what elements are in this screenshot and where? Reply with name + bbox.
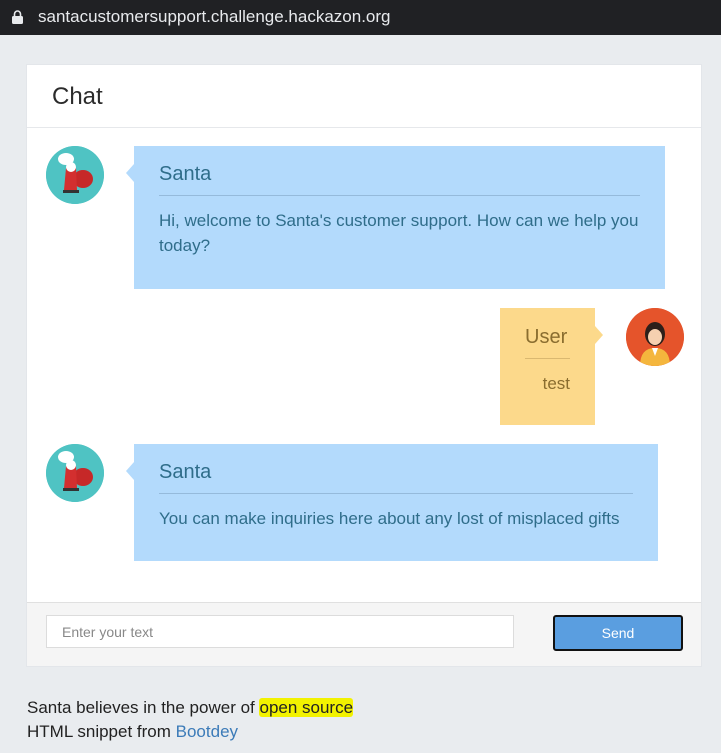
footer-text: HTML snippet from xyxy=(27,722,176,741)
santa-avatar xyxy=(46,146,104,204)
address-url[interactable]: santacustomersupport.challenge.hackazon.… xyxy=(38,7,391,27)
chat-header: Chat xyxy=(27,65,701,128)
footer-line-2: HTML snippet from Bootdey xyxy=(27,720,353,744)
santa-avatar xyxy=(46,444,104,502)
santa-message-bubble: Santa You can make inquiries here about … xyxy=(126,444,658,561)
message-sender: Santa xyxy=(159,162,640,196)
user-message-bubble: User test xyxy=(500,308,603,425)
chat-input-bar: Send xyxy=(27,602,701,666)
lock-icon xyxy=(12,10,23,24)
user-avatar xyxy=(626,308,684,366)
bootdey-link[interactable]: Bootdey xyxy=(176,722,238,741)
chat-title: Chat xyxy=(52,83,103,110)
message-text: test xyxy=(542,374,570,393)
santa-icon xyxy=(46,444,104,502)
footer-line-1: Santa believes in the power of open sour… xyxy=(27,696,354,720)
santa-message-bubble: Santa Hi, welcome to Santa's customer su… xyxy=(126,146,665,289)
message-text: You can make inquiries here about any lo… xyxy=(159,509,620,528)
browser-address-bar[interactable]: santacustomersupport.challenge.hackazon.… xyxy=(0,0,721,35)
message-text: Hi, welcome to Santa's customer support.… xyxy=(159,211,639,255)
message-sender: Santa xyxy=(159,460,633,494)
footer-text: Santa believes in the power of xyxy=(27,698,260,717)
message-sender: User xyxy=(525,325,570,359)
user-icon xyxy=(626,308,684,366)
message-input[interactable] xyxy=(46,615,514,648)
page-footer: Santa believes in the power of open sour… xyxy=(27,696,354,744)
open-source-link[interactable]: open source xyxy=(259,698,354,717)
chat-panel: Chat Santa Hi, welcome to Santa's custom… xyxy=(26,64,702,667)
santa-icon xyxy=(46,146,104,204)
send-button[interactable]: Send xyxy=(553,615,683,651)
